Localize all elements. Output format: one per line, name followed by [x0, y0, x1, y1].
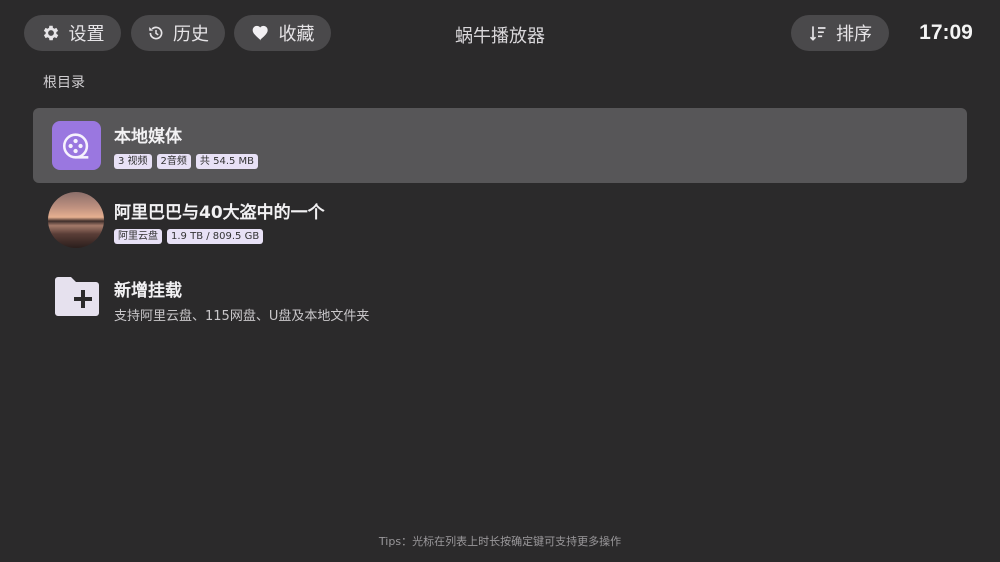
item-title: 阿里巴巴与40大盗中的一个 — [114, 203, 325, 223]
favorites-button[interactable]: 收藏 — [234, 15, 331, 51]
settings-label: 设置 — [68, 24, 105, 45]
video-reel-icon — [52, 121, 101, 170]
item-subtitle: 支持阿里云盘、115网盘、U盘及本地文件夹 — [114, 309, 370, 324]
tips-text: Tips：光标在列表上时长按确定键可支持更多操作 — [378, 535, 622, 548]
heart-icon — [251, 23, 271, 43]
list-item-aliyun-drive[interactable]: 阿里巴巴与40大盗中的一个 阿里云盘 1.9 TB / 809.5 GB — [33, 186, 967, 261]
clock: 17:09 — [919, 21, 973, 44]
favorites-label: 收藏 — [278, 24, 315, 45]
item-title: 新增挂载 — [114, 281, 182, 301]
history-button[interactable]: 历史 — [131, 15, 225, 51]
list-item-add-mount[interactable]: 新增挂载 支持阿里云盘、115网盘、U盘及本地文件夹 — [33, 262, 967, 337]
sunset-avatar — [48, 192, 104, 248]
history-label: 历史 — [173, 24, 209, 45]
sort-icon — [808, 23, 828, 43]
settings-button[interactable]: 设置 — [24, 15, 121, 51]
total-size-badge: 共 54.5 MB — [195, 154, 259, 169]
drive-type-badge: 阿里云盘 — [114, 229, 162, 244]
gear-icon — [41, 23, 61, 43]
item-badges: 3 视频 2音频 共 54.5 MB — [114, 154, 259, 169]
item-title: 本地媒体 — [114, 127, 182, 147]
sort-button[interactable]: 排序 — [791, 15, 889, 51]
sort-label: 排序 — [836, 24, 872, 45]
storage-badge: 1.9 TB / 809.5 GB — [167, 229, 264, 244]
history-icon — [147, 24, 165, 42]
breadcrumb: 根目录 — [43, 75, 85, 91]
audio-count-badge: 2音频 — [156, 154, 191, 169]
list-item-local-media[interactable]: 本地媒体 3 视频 2音频 共 54.5 MB — [33, 108, 967, 183]
add-folder-icon — [53, 276, 101, 318]
video-count-badge: 3 视频 — [114, 154, 152, 169]
item-badges: 阿里云盘 1.9 TB / 809.5 GB — [114, 229, 264, 244]
